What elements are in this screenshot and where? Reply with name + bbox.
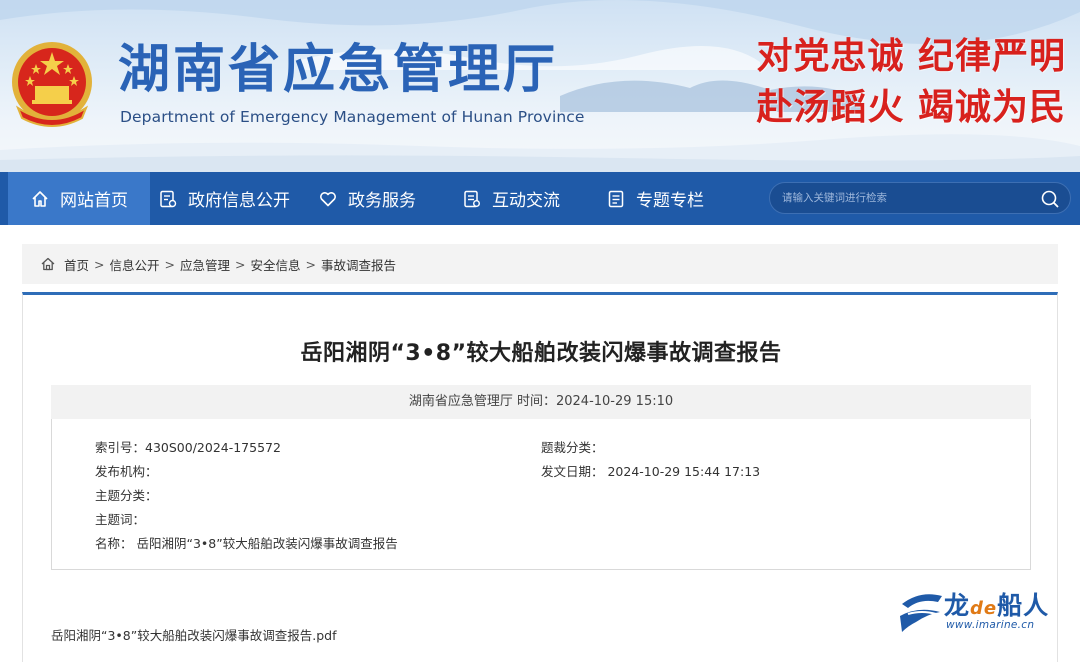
site-subtitle: Department of Emergency Management of Hu… <box>120 108 585 126</box>
breadcrumb-separator: > <box>94 256 105 272</box>
slogan-line-1: 对党忠诚 纪律严明 <box>756 35 1066 77</box>
info-publisher: 发布机构： <box>95 464 158 479</box>
info-topic-category: 主题分类： <box>95 488 158 503</box>
document-icon <box>160 190 177 207</box>
info-name: 名称： 岳阳湘阴“3•8”较大船舶改装闪爆事故调查报告 <box>95 536 398 551</box>
nav-item-topics[interactable]: 专题专栏 <box>606 172 716 225</box>
nav-label: 政府信息公开 <box>188 191 290 211</box>
nav-item-gov-info[interactable]: 政府信息公开 <box>158 172 298 225</box>
list-icon <box>608 190 624 207</box>
breadcrumb-separator: > <box>164 256 175 272</box>
site-title: 湖南省应急管理厅 <box>118 40 559 100</box>
breadcrumb-separator: > <box>235 256 246 272</box>
breadcrumb-home[interactable]: 首页 <box>64 255 89 274</box>
nav-label: 专题专栏 <box>636 191 704 211</box>
search-box <box>769 182 1071 214</box>
nav-item-services[interactable]: 政务服务 <box>318 172 428 225</box>
info-table: 索引号：430S00/2024-175572 题裁分类： 发布机构： 发文日期：… <box>51 419 1031 570</box>
attachment-link[interactable]: 岳阳湘阴“3•8”较大船舶改装闪爆事故调查报告.pdf <box>51 625 336 644</box>
article-title: 岳阳湘阴“3•8”较大船舶改装闪爆事故调查报告 <box>300 341 782 366</box>
national-emblem <box>12 42 92 127</box>
info-index-number: 索引号：430S00/2024-175572 <box>95 440 281 455</box>
breadcrumb-accident-reports[interactable]: 事故调查报告 <box>321 255 396 274</box>
home-icon <box>32 190 48 207</box>
chat-icon <box>464 190 480 207</box>
nav-label: 互动交流 <box>492 191 560 211</box>
breadcrumb-info-disclosure[interactable]: 信息公开 <box>110 255 160 274</box>
info-issue-date: 发文日期： 2024-10-29 15:44 17:13 <box>541 464 761 479</box>
info-category: 题裁分类： <box>541 440 604 455</box>
heart-icon <box>320 191 336 206</box>
article-meta: 湖南省应急管理厅 时间：2024-10-29 15:10 <box>51 385 1031 419</box>
search-icon[interactable] <box>1040 189 1060 209</box>
info-keywords: 主题词： <box>95 512 146 527</box>
watermark-brand-post: 船人 <box>997 591 1050 620</box>
watermark-brand-pre: 龙 <box>944 591 971 620</box>
breadcrumb-safety-info[interactable]: 安全信息 <box>251 255 301 274</box>
breadcrumb-emergency-management[interactable]: 应急管理 <box>180 255 230 274</box>
watermark-brand: 龙de船人 <box>944 586 1049 622</box>
main-nav: 网站首页 政府信息公开 政务服务 互动交流 专题专栏 请输入关键词进行检索 <box>0 172 1080 225</box>
search-input[interactable] <box>782 192 1022 204</box>
nav-item-home[interactable]: 网站首页 <box>8 172 150 225</box>
home-icon <box>41 257 55 271</box>
nav-label: 网站首页 <box>60 191 128 211</box>
slogan-line-2: 赴汤蹈火 竭诚为民 <box>756 86 1066 128</box>
site-banner: 湖南省应急管理厅 Department of Emergency Managem… <box>0 0 1080 172</box>
nav-label: 政务服务 <box>348 191 416 211</box>
nav-item-interaction[interactable]: 互动交流 <box>462 172 572 225</box>
watermark-brand-de: de <box>970 598 998 619</box>
breadcrumb: 首页 > 信息公开 > 应急管理 > 安全信息 > 事故调查报告 <box>22 244 1058 284</box>
breadcrumb-separator: > <box>305 256 316 272</box>
watermark-url: www.imarine.cn <box>946 619 1035 631</box>
